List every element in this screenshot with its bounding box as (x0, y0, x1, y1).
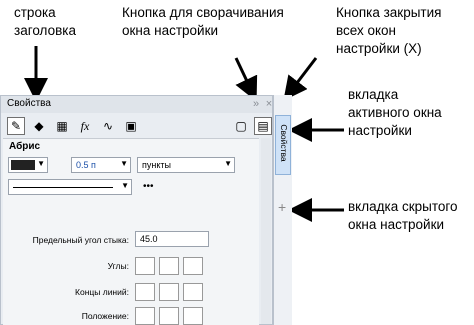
chevron-down-icon: ▼ (37, 159, 45, 168)
position-outside-button[interactable] (135, 307, 155, 325)
position-inside-button[interactable] (183, 307, 203, 325)
cap-square-button[interactable] (183, 283, 203, 301)
corner-miter-button[interactable] (135, 257, 155, 275)
miter-limit-value: 45.0 (140, 234, 158, 244)
tab-properties-label: Свойства (279, 124, 289, 162)
units-dropdown[interactable]: пункты ▼ (137, 157, 235, 173)
docker-tab-strip: Свойства + (273, 95, 292, 325)
page-icon[interactable]: ▤ (254, 117, 272, 135)
outline-color-picker[interactable]: ▼ (8, 157, 48, 173)
cap-butt-button[interactable] (135, 283, 155, 301)
docker-title: Свойства (7, 98, 51, 109)
units-value: пункты (142, 160, 171, 170)
corners-label: Углы: (107, 261, 129, 271)
line-caps-label: Концы линий: (75, 287, 129, 297)
effects-fx-icon[interactable]: fx (76, 117, 94, 135)
chevron-down-icon: ▼ (121, 181, 129, 190)
miter-limit-label: Предельный угол стыка: (32, 235, 129, 245)
dash-pattern-button[interactable]: ••• (143, 181, 154, 192)
outline-pen-icon[interactable]: ✎ (7, 117, 25, 135)
arrow-close-all (283, 57, 318, 101)
fill-bucket-icon[interactable]: ◆ (30, 117, 48, 135)
cap-round-button[interactable] (159, 283, 179, 301)
section-title: Абрис (9, 141, 41, 152)
corner-round-button[interactable] (159, 257, 179, 275)
miter-limit-field[interactable]: 45.0 (135, 231, 209, 247)
collapse-button[interactable]: » (249, 97, 263, 111)
curve-icon[interactable]: ∿ (99, 117, 117, 135)
chevron-down-icon: ▼ (224, 159, 232, 168)
tab-properties[interactable]: Свойства (275, 115, 291, 175)
outline-pane: Абрис ▼ 0.5 п ▼ пункты ▼ ▼ ••• Предельны… (3, 138, 259, 325)
frame-icon[interactable]: ▢ (232, 117, 250, 135)
position-center-button[interactable] (159, 307, 179, 325)
corner-bevel-button[interactable] (183, 257, 203, 275)
add-tab-icon[interactable]: + (278, 199, 286, 215)
transparency-checker-icon[interactable]: ▦ (53, 117, 71, 135)
properties-docker: Свойства » × ✎ ◆ ▦ fx ∿ ▣ ▢ ▤ Абрис ▼ 0.… (0, 95, 273, 325)
chevron-down-icon: ▼ (120, 159, 128, 168)
arrow-collapse (234, 57, 258, 102)
outline-width-value: 0.5 п (76, 160, 96, 170)
outline-width-field[interactable]: 0.5 п ▼ (71, 157, 131, 173)
docker-title-bar[interactable]: Свойства » × (1, 96, 272, 113)
line-style-dropdown[interactable]: ▼ (8, 179, 132, 195)
docker-scrollbar[interactable] (261, 138, 271, 324)
position-label: Положение: (81, 311, 129, 321)
image-icon[interactable]: ▣ (122, 117, 140, 135)
